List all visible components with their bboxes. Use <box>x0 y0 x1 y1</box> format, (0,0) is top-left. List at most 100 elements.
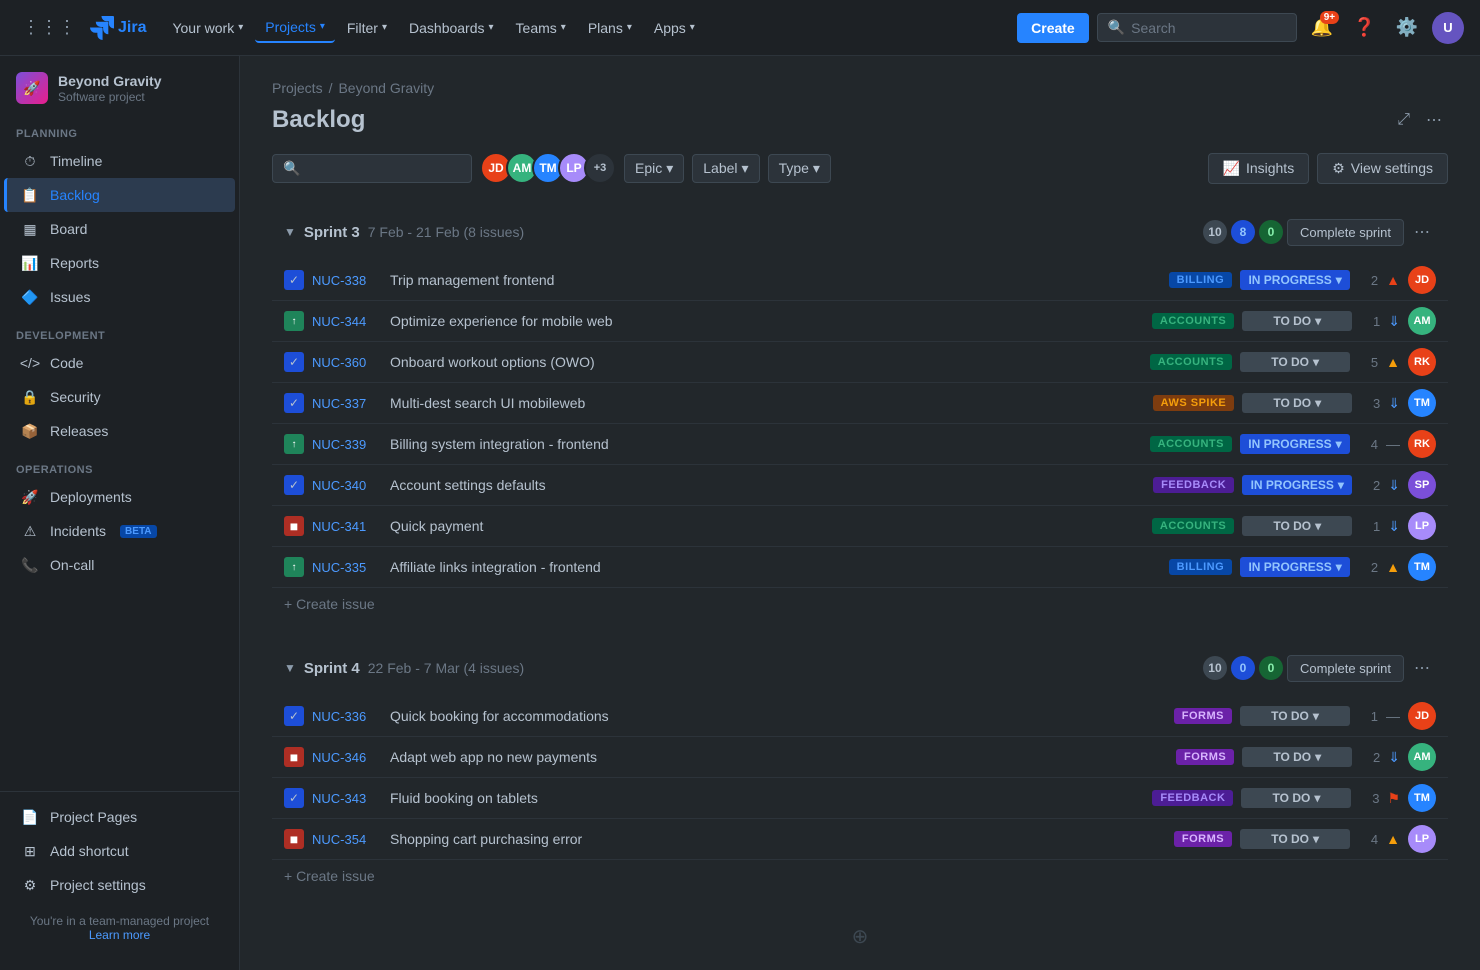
avatar[interactable]: RK <box>1408 430 1436 458</box>
sprint-4-header[interactable]: ▼ Sprint 4 22 Feb - 7 Mar (4 issues) 10 … <box>272 644 1448 692</box>
sprint-4-more-button[interactable]: ⋯ <box>1408 652 1436 684</box>
nav-apps[interactable]: Apps ▾ <box>644 14 705 42</box>
status-button[interactable]: IN PROGRESS ▾ <box>1240 434 1350 454</box>
notifications-button[interactable]: 🔔 9+ <box>1305 11 1339 44</box>
issue-key[interactable]: NUC-346 <box>312 750 382 765</box>
create-issue-sprint4-button[interactable]: + Create issue <box>272 860 1448 892</box>
issue-summary[interactable]: Affiliate links integration - frontend <box>390 559 1161 575</box>
sprint-3-header[interactable]: ▼ Sprint 3 7 Feb - 21 Feb (8 issues) 10 … <box>272 208 1448 256</box>
status-button[interactable]: TO DO ▾ <box>1241 788 1351 808</box>
issue-summary[interactable]: Shopping cart purchasing error <box>390 831 1166 847</box>
issue-key[interactable]: NUC-354 <box>312 832 382 847</box>
issue-summary[interactable]: Billing system integration - frontend <box>390 436 1142 452</box>
avatar[interactable]: RK <box>1408 348 1436 376</box>
status-button[interactable]: TO DO ▾ <box>1242 393 1352 413</box>
settings-button[interactable]: ⚙️ <box>1390 11 1424 44</box>
avatar[interactable]: TM <box>1408 553 1436 581</box>
sidebar-item-backlog[interactable]: 📋 Backlog <box>4 178 235 212</box>
avatar[interactable]: TM <box>1408 784 1436 812</box>
search-bar[interactable]: 🔍 <box>1097 13 1297 42</box>
issue-key[interactable]: NUC-344 <box>312 314 382 329</box>
sidebar-item-add-shortcut[interactable]: ⊞ Add shortcut <box>4 834 235 868</box>
sidebar-item-incidents[interactable]: ⚠ Incidents BETA <box>4 514 235 548</box>
issue-key[interactable]: NUC-338 <box>312 273 382 288</box>
issue-key[interactable]: NUC-340 <box>312 478 382 493</box>
expand-button[interactable]: ⤢ <box>1391 104 1416 136</box>
issue-key[interactable]: NUC-360 <box>312 355 382 370</box>
sidebar-item-project-pages[interactable]: 📄 Project Pages <box>4 800 235 834</box>
issue-key[interactable]: NUC-341 <box>312 519 382 534</box>
sprint-3-complete-button[interactable]: Complete sprint <box>1287 219 1404 246</box>
toolbar-search[interactable]: 🔍 <box>272 154 472 183</box>
issue-summary[interactable]: Account settings defaults <box>390 477 1145 493</box>
jira-logo[interactable]: Jira <box>90 16 146 40</box>
footer-learn-more[interactable]: Learn more <box>89 928 150 942</box>
avatar[interactable]: SP <box>1408 471 1436 499</box>
issue-summary[interactable]: Onboard workout options (OWO) <box>390 354 1142 370</box>
avatar-more[interactable]: +3 <box>584 152 616 184</box>
help-button[interactable]: ❓ <box>1347 11 1381 44</box>
issue-summary[interactable]: Fluid booking on tablets <box>390 790 1144 806</box>
sidebar-item-issues[interactable]: 🔷 Issues <box>4 280 235 314</box>
nav-plans[interactable]: Plans ▾ <box>578 14 642 42</box>
toolbar-search-input[interactable] <box>306 160 446 176</box>
sidebar-item-security[interactable]: 🔒 Security <box>4 380 235 414</box>
sidebar-item-timeline[interactable]: ⏱ Timeline <box>4 144 235 178</box>
avatar[interactable]: TM <box>1408 389 1436 417</box>
avatar[interactable]: LP <box>1408 825 1436 853</box>
issue-summary[interactable]: Multi-dest search UI mobileweb <box>390 395 1145 411</box>
status-button[interactable]: TO DO ▾ <box>1240 706 1350 726</box>
issue-summary[interactable]: Adapt web app no new payments <box>390 749 1168 765</box>
sprint-4-collapse[interactable]: ▼ <box>284 661 296 675</box>
sidebar-item-code[interactable]: </> Code <box>4 346 235 380</box>
search-input[interactable] <box>1131 20 1271 36</box>
avatar[interactable]: JD <box>1408 702 1436 730</box>
issue-summary[interactable]: Quick payment <box>390 518 1144 534</box>
status-button[interactable]: IN PROGRESS ▾ <box>1240 270 1350 290</box>
sidebar-item-releases[interactable]: 📦 Releases <box>4 414 235 448</box>
avatar[interactable]: LP <box>1408 512 1436 540</box>
sprint-4-complete-button[interactable]: Complete sprint <box>1287 655 1404 682</box>
sidebar-item-oncall[interactable]: 📞 On-call <box>4 548 235 582</box>
status-button[interactable]: TO DO ▾ <box>1242 311 1352 331</box>
epic-filter[interactable]: Epic ▾ <box>624 154 684 183</box>
insights-button[interactable]: 📈 Insights <box>1208 153 1310 184</box>
user-avatar[interactable]: U <box>1432 12 1464 44</box>
issue-key[interactable]: NUC-343 <box>312 791 382 806</box>
create-button[interactable]: Create <box>1017 13 1089 43</box>
create-issue-button[interactable]: + Create issue <box>272 588 1448 620</box>
breadcrumb-projects[interactable]: Projects <box>272 80 323 96</box>
issue-key[interactable]: NUC-339 <box>312 437 382 452</box>
sidebar-item-board[interactable]: ▦ Board <box>4 212 235 246</box>
issue-summary[interactable]: Quick booking for accommodations <box>390 708 1166 724</box>
status-button[interactable]: IN PROGRESS ▾ <box>1242 475 1352 495</box>
issue-summary[interactable]: Trip management frontend <box>390 272 1161 288</box>
issue-key[interactable]: NUC-335 <box>312 560 382 575</box>
avatar[interactable]: AM <box>1408 307 1436 335</box>
status-button[interactable]: TO DO ▾ <box>1242 747 1352 767</box>
more-options-button[interactable]: ⋯ <box>1420 104 1448 136</box>
view-settings-button[interactable]: ⚙ View settings <box>1317 153 1448 184</box>
avatar[interactable]: AM <box>1408 743 1436 771</box>
sprint-3-more-button[interactable]: ⋯ <box>1408 216 1436 248</box>
sprint-3-collapse[interactable]: ▼ <box>284 225 296 239</box>
nav-projects[interactable]: Projects ▾ <box>255 13 335 43</box>
status-button[interactable]: IN PROGRESS ▾ <box>1240 557 1350 577</box>
status-button[interactable]: TO DO ▾ <box>1240 352 1350 372</box>
issue-key[interactable]: NUC-336 <box>312 709 382 724</box>
sidebar-item-project-settings[interactable]: ⚙ Project settings <box>4 868 235 902</box>
issue-key[interactable]: NUC-337 <box>312 396 382 411</box>
grid-icon[interactable]: ⋮⋮⋮ <box>16 11 82 44</box>
nav-dashboards[interactable]: Dashboards ▾ <box>399 14 504 42</box>
nav-teams[interactable]: Teams ▾ <box>506 14 576 42</box>
breadcrumb-project-name[interactable]: Beyond Gravity <box>338 80 434 96</box>
nav-your-work[interactable]: Your work ▾ <box>162 14 253 42</box>
issue-summary[interactable]: Optimize experience for mobile web <box>390 313 1144 329</box>
status-button[interactable]: TO DO ▾ <box>1240 829 1350 849</box>
status-button[interactable]: TO DO ▾ <box>1242 516 1352 536</box>
avatar[interactable]: JD <box>1408 266 1436 294</box>
sidebar-item-reports[interactable]: 📊 Reports <box>4 246 235 280</box>
label-filter[interactable]: Label ▾ <box>692 154 759 183</box>
sidebar-item-deployments[interactable]: 🚀 Deployments <box>4 480 235 514</box>
nav-filter[interactable]: Filter ▾ <box>337 14 397 42</box>
